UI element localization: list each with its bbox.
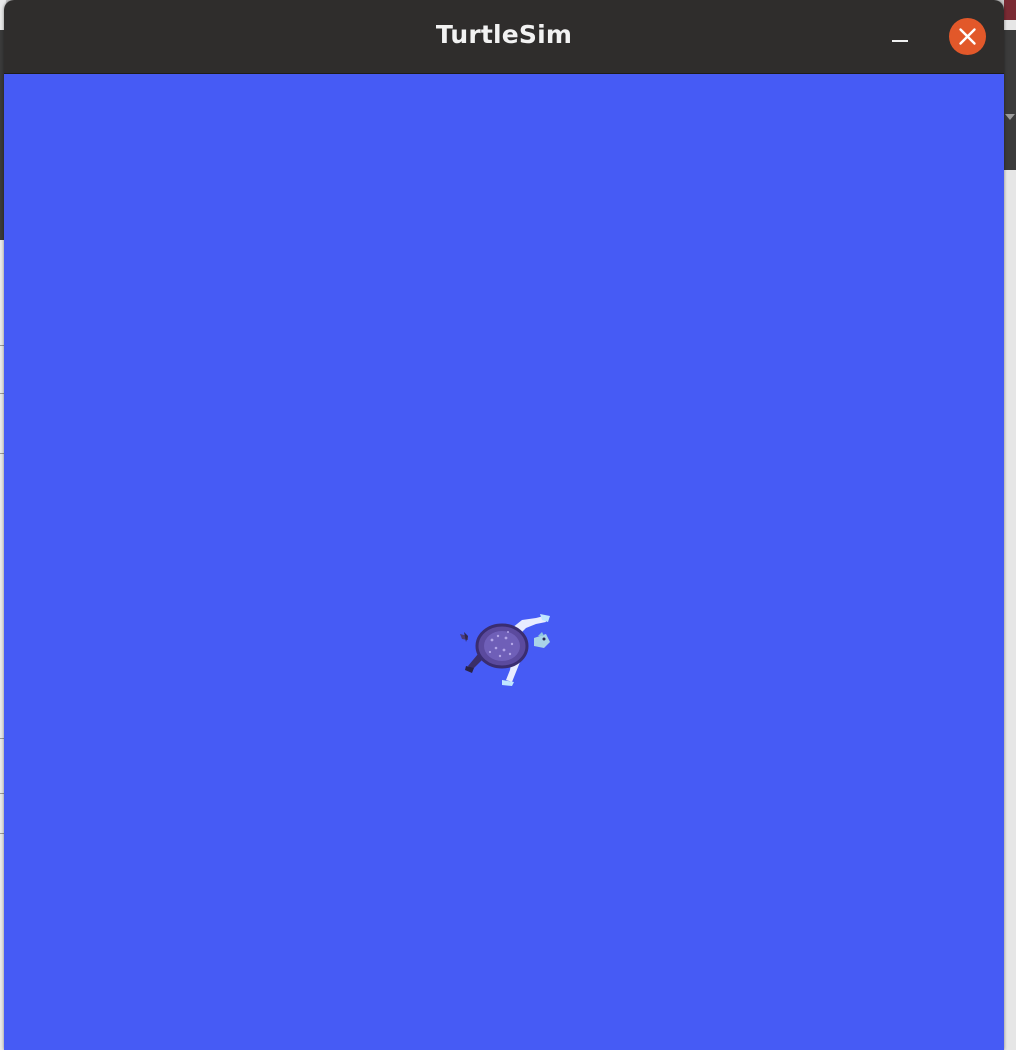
window-title: TurtleSim <box>435 20 573 49</box>
turtle-canvas <box>4 74 1004 1050</box>
close-icon <box>959 28 976 45</box>
window-titlebar[interactable]: TurtleSim <box>4 0 1004 74</box>
close-button[interactable] <box>949 18 986 55</box>
background-dropdown-arrow-icon <box>1005 114 1015 120</box>
background-window-titlebar-right <box>1004 0 1016 20</box>
turtlesim-window: TurtleSim <box>4 0 1004 1050</box>
minimize-button[interactable] <box>882 20 918 56</box>
turtle-icon <box>460 614 550 686</box>
background-panel-right <box>1004 30 1016 170</box>
minimize-icon <box>892 40 908 42</box>
